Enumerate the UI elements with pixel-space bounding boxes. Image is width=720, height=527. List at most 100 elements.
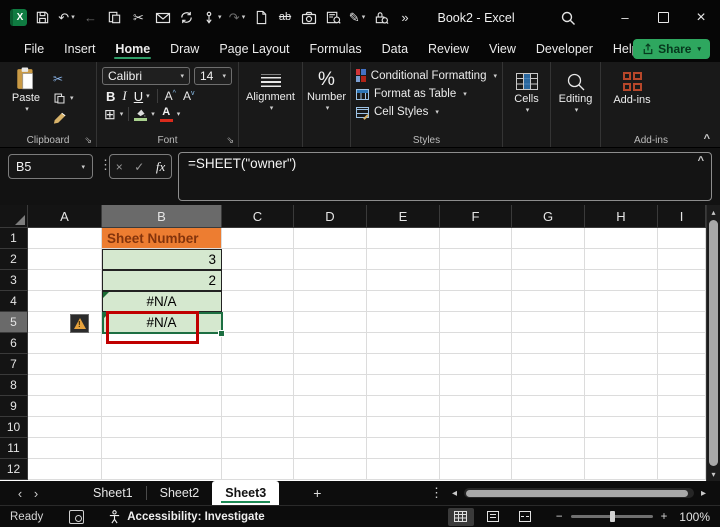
cell-C4[interactable] [222, 291, 294, 312]
cell-G2[interactable] [512, 249, 585, 270]
cell-I3[interactable] [658, 270, 706, 291]
page-break-view-button[interactable] [512, 508, 538, 526]
cell-G7[interactable] [512, 354, 585, 375]
column-header-E[interactable]: E [367, 205, 440, 228]
cell-C5[interactable] [222, 312, 294, 333]
row-header-2[interactable]: 2 [0, 249, 28, 270]
cell-C3[interactable] [222, 270, 294, 291]
save-icon[interactable] [34, 8, 51, 28]
cell-B1[interactable]: Sheet Number [102, 228, 222, 249]
cell-E12[interactable] [367, 459, 440, 480]
cell-D7[interactable] [294, 354, 367, 375]
cell-H6[interactable] [585, 333, 658, 354]
back-arrow-icon[interactable]: ← [82, 8, 99, 28]
alignment-button[interactable]: Alignment ▾ [244, 67, 297, 112]
row-header-4[interactable]: 4 [0, 291, 28, 312]
horizontal-scroll-track[interactable] [464, 488, 694, 498]
cell-E2[interactable] [367, 249, 440, 270]
cell-A12[interactable] [28, 459, 102, 480]
font-dialog-launcher-icon[interactable]: ⇘ [226, 135, 234, 146]
ink-editor-button[interactable]: ✎▾ [349, 8, 366, 28]
cell-C8[interactable] [222, 375, 294, 396]
cell-E6[interactable] [367, 333, 440, 354]
fill-handle[interactable] [218, 330, 225, 337]
cell-H4[interactable] [585, 291, 658, 312]
cell-D4[interactable] [294, 291, 367, 312]
cell-C10[interactable] [222, 417, 294, 438]
macro-record-icon[interactable] [69, 510, 84, 524]
collapse-formula-bar-icon[interactable]: ^ [698, 155, 704, 167]
cell-I1[interactable] [658, 228, 706, 249]
cell-E4[interactable] [367, 291, 440, 312]
cell-B3[interactable]: 2 [102, 270, 222, 291]
cell-B4[interactable]: #N/A [102, 291, 222, 312]
cell-C1[interactable] [222, 228, 294, 249]
font-family-select[interactable]: Calibri▾ [102, 67, 190, 85]
cell-C6[interactable] [222, 333, 294, 354]
cell-I9[interactable] [658, 396, 706, 417]
column-header-G[interactable]: G [512, 205, 585, 228]
cell-D8[interactable] [294, 375, 367, 396]
more-commands-icon[interactable]: » [397, 8, 414, 28]
share-button[interactable]: Share ▾ [633, 39, 710, 59]
new-file-icon[interactable] [253, 8, 270, 28]
number-button[interactable]: % Number ▾ [308, 67, 345, 112]
cell-I6[interactable] [658, 333, 706, 354]
conditional-formatting-button[interactable]: Conditional Formatting ▾ [356, 69, 497, 82]
error-checking-button[interactable]: ! [70, 314, 89, 333]
column-header-B[interactable]: B [102, 205, 222, 228]
column-header-F[interactable]: F [440, 205, 512, 228]
cell-F9[interactable] [440, 396, 512, 417]
cell-G6[interactable] [512, 333, 585, 354]
cell-H2[interactable] [585, 249, 658, 270]
cell-E10[interactable] [367, 417, 440, 438]
collapse-ribbon-icon[interactable]: ^ [704, 133, 710, 145]
cell-A10[interactable] [28, 417, 102, 438]
cell-D2[interactable] [294, 249, 367, 270]
sheet-tab-sheet3[interactable]: Sheet3 [212, 481, 279, 505]
undo-button[interactable]: ↶▾ [58, 8, 75, 28]
cell-A7[interactable] [28, 354, 102, 375]
cell-H10[interactable] [585, 417, 658, 438]
permissions-icon[interactable] [373, 8, 390, 28]
select-all-corner[interactable] [0, 205, 28, 228]
sheet-tab-sheet2[interactable]: Sheet2 [147, 481, 213, 505]
cell-F3[interactable] [440, 270, 512, 291]
horizontal-scroll-thumb[interactable] [466, 490, 688, 497]
cell-D12[interactable] [294, 459, 367, 480]
column-header-A[interactable]: A [28, 205, 102, 228]
tab-file[interactable]: File [14, 35, 54, 62]
cell-E7[interactable] [367, 354, 440, 375]
cell-I10[interactable] [658, 417, 706, 438]
name-box[interactable]: B5 ▾ [8, 154, 93, 179]
clipboard-dialog-launcher-icon[interactable]: ⇘ [84, 135, 92, 146]
cell-B10[interactable] [102, 417, 222, 438]
cell-A6[interactable] [28, 333, 102, 354]
sync-icon[interactable] [178, 8, 195, 28]
borders-button[interactable]: ⊞▾ [104, 107, 123, 121]
cell-I11[interactable] [658, 438, 706, 459]
cell-A11[interactable] [28, 438, 102, 459]
cell-B8[interactable] [102, 375, 222, 396]
cell-E1[interactable] [367, 228, 440, 249]
cell-H1[interactable] [585, 228, 658, 249]
accessibility-status[interactable]: Accessibility: Investigate [108, 510, 264, 524]
cell-A1[interactable] [28, 228, 102, 249]
cell-A8[interactable] [28, 375, 102, 396]
cell-D9[interactable] [294, 396, 367, 417]
font-size-select[interactable]: 14▾ [194, 67, 232, 85]
cell-F4[interactable] [440, 291, 512, 312]
cell-F5[interactable] [440, 312, 512, 333]
cell-B12[interactable] [102, 459, 222, 480]
column-header-I[interactable]: I [658, 205, 706, 228]
row-header-5[interactable]: 5 [0, 312, 28, 333]
cell-styles-button[interactable]: Cell Styles ▾ [356, 106, 497, 118]
cell-G5[interactable] [512, 312, 585, 333]
cells-button[interactable]: Cells ▾ [508, 67, 545, 114]
cell-B2[interactable]: 3 [102, 249, 222, 270]
new-sheet-icon[interactable]: + [313, 485, 321, 501]
strikethrough-icon[interactable]: ab [277, 8, 294, 28]
cell-D10[interactable] [294, 417, 367, 438]
underline-button[interactable]: U [134, 89, 143, 104]
cell-C9[interactable] [222, 396, 294, 417]
